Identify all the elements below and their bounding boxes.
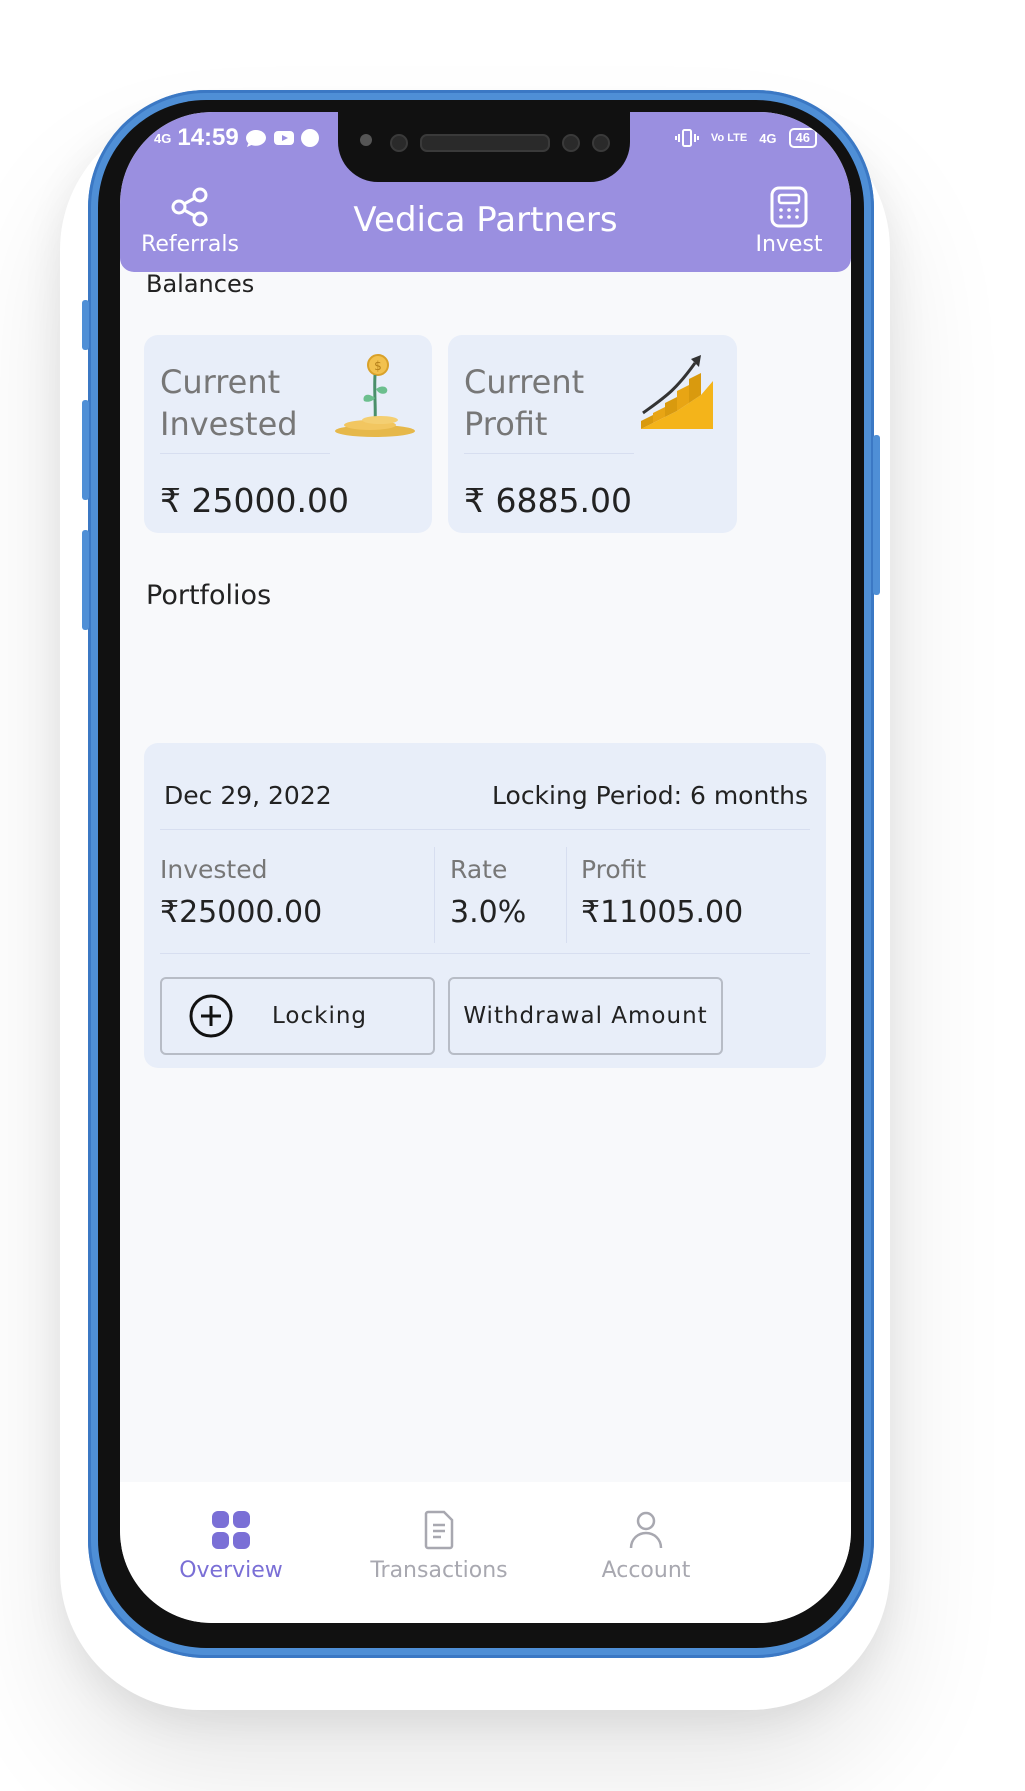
portfolio-date: Dec 29, 2022 [164, 781, 332, 810]
network-type: 4G [759, 130, 777, 146]
nav-transactions[interactable]: Transactions [339, 1510, 539, 1583]
growth-chart-icon [641, 355, 713, 429]
invested-label: Invested [160, 855, 268, 884]
money-plant-icon: $ [335, 354, 415, 437]
front-camera [390, 134, 408, 152]
profit-value: ₹11005.00 [581, 895, 744, 930]
battery-indicator: 46 [788, 128, 817, 148]
person-icon [629, 1511, 663, 1549]
vibrate-icon [674, 129, 699, 147]
rate-value: 3.0% [450, 895, 527, 930]
card-label-line: Current [464, 363, 585, 401]
locking-period: Locking Period: 6 months [492, 781, 808, 810]
nav-overview[interactable]: Overview [131, 1510, 331, 1583]
invested-value: ₹25000.00 [160, 895, 323, 930]
locking-button-label: Locking [272, 1003, 368, 1029]
bottom-navigation: Overview Transactions Account [120, 1482, 851, 1623]
volume-down-button [82, 530, 89, 630]
card-divider [160, 453, 330, 454]
nav-label: Overview [179, 1558, 283, 1583]
app-notification-icon [300, 129, 319, 147]
grid-icon [212, 1511, 250, 1549]
card-divider [464, 453, 634, 454]
power-button [873, 435, 880, 595]
rate-label: Rate [450, 855, 508, 884]
withdrawal-button-label: Withdrawal Amount [463, 1003, 708, 1029]
portfolio-card[interactable]: Dec 29, 2022 Locking Period: 6 months In… [144, 743, 826, 1068]
divider [160, 829, 810, 830]
status-time: 14:59 [177, 124, 239, 151]
sensor-dot [360, 134, 372, 146]
nav-label: Account [601, 1558, 691, 1583]
earpiece-speaker [420, 134, 550, 152]
current-profit-card[interactable]: Current Profit ₹ 6885.00 [448, 335, 737, 533]
svg-text:$: $ [374, 359, 382, 373]
document-icon [424, 1510, 454, 1550]
sensor-dot [592, 134, 610, 152]
camera-notch [338, 112, 630, 182]
balances-heading: Balances [146, 270, 255, 298]
status-bar-left: 4G 14:59 [154, 124, 319, 152]
card-label: Current Invested [160, 361, 298, 445]
current-invested-value: ₹ 25000.00 [160, 481, 349, 520]
withdrawal-amount-button[interactable]: Withdrawal Amount [448, 977, 723, 1055]
invest-button[interactable]: Invest [734, 186, 844, 257]
status-bar-right: Vo LTE 4G 46 [674, 128, 817, 148]
divider [160, 953, 810, 954]
sensor-dot [562, 134, 580, 152]
app-screen: 4G 14:59 Vo LTE 4G 46 Referrals Vedica P… [120, 112, 851, 1623]
invest-label: Invest [755, 232, 823, 257]
card-label-line: Profit [464, 405, 548, 443]
volte-icon: Vo LTE [710, 132, 748, 144]
side-button [82, 300, 89, 350]
current-profit-value: ₹ 6885.00 [464, 481, 632, 520]
nav-label: Transactions [370, 1558, 508, 1583]
calculator-icon [770, 186, 808, 228]
signal-indicator: 4G [154, 130, 172, 146]
add-circle-icon [189, 994, 233, 1038]
card-label-line: Current [160, 363, 281, 401]
nav-account[interactable]: Account [546, 1510, 746, 1583]
volume-up-button [82, 400, 89, 500]
portfolios-heading: Portfolios [146, 580, 272, 611]
profit-label: Profit [581, 855, 647, 884]
column-divider [434, 847, 435, 943]
card-label-line: Invested [160, 405, 298, 443]
app-header: 4G 14:59 Vo LTE 4G 46 Referrals Vedica P… [120, 112, 851, 272]
card-label: Current Profit [464, 361, 584, 445]
youtube-icon [273, 131, 294, 145]
current-invested-card[interactable]: Current Invested $ ₹ 25000.00 [144, 335, 432, 533]
column-divider [566, 847, 567, 943]
chat-icon [245, 130, 266, 147]
locking-button[interactable]: Locking [160, 977, 435, 1055]
